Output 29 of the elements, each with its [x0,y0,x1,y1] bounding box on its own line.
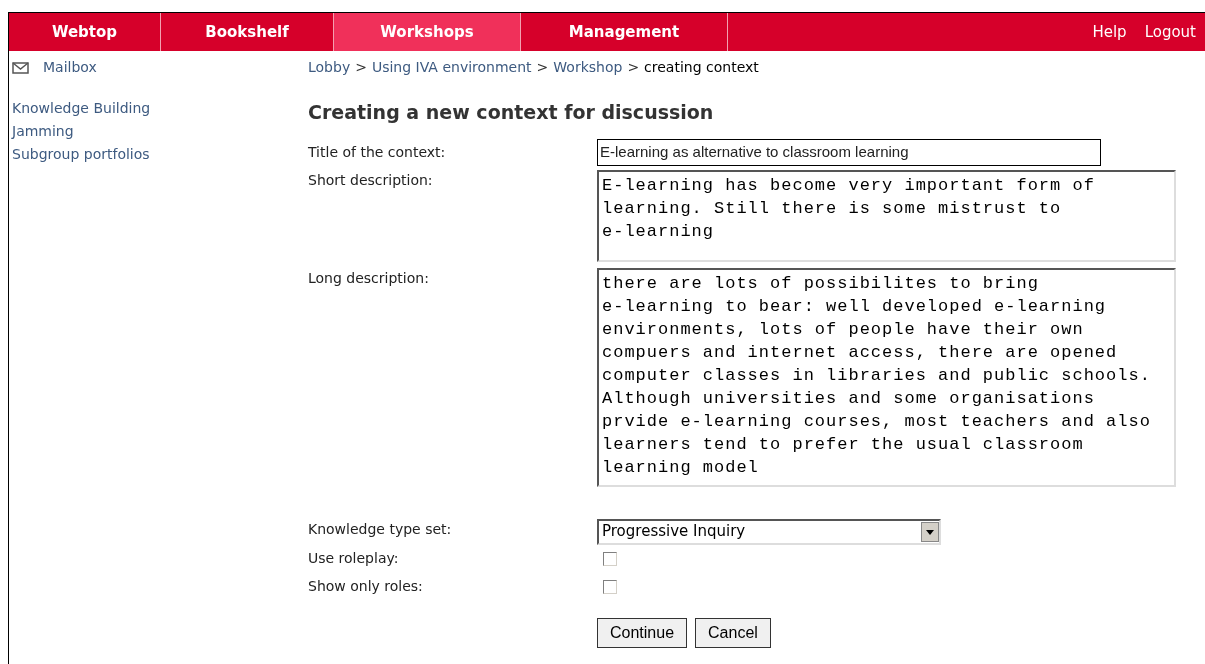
mailbox-link[interactable]: Mailbox [43,57,97,78]
field-label: Long description: [308,268,430,288]
sidebar-link[interactable]: Knowledge Building [12,97,151,120]
nav-link[interactable]: Logout [1135,13,1205,51]
nav-link[interactable]: Help [1083,13,1136,51]
sidebar-link[interactable]: Subgroup portfolios [12,143,150,166]
breadcrumb-link[interactable]: Using IVA environment [371,57,532,78]
field-label: Use roleplay: [308,549,400,568]
breadcrumb-separator: > [536,58,549,77]
knowledge-type-select[interactable]: Progressive Inquiry [597,518,941,545]
form-button[interactable]: Cancel [695,617,771,648]
field-label: Knowledge type set: [308,519,453,539]
field-label: Short description: [308,170,434,190]
breadcrumb-separator: > [355,58,367,77]
field-label: Title of the context: [308,143,447,162]
long-description-field[interactable]: there are lots of possibilites to bring e-learning to bear: well developed e-learning environments, lots of people have their own compuers and internet access, there are opened computer classes in libraries and public schools. Although universities and some organisations prvide e-learning courses, most teachers and also learners tend to prefer the usual classroom learning model [597,267,1176,487]
breadcrumb-link[interactable]: Workshop [553,57,623,78]
breadcrumb-separator: > [627,58,640,77]
checkbox[interactable] [603,551,617,566]
breadcrumb-link[interactable]: Lobby [308,57,351,78]
envelope-icon [12,61,29,74]
title-field[interactable]: E-learning as alternative to classroom learning [597,139,1101,166]
short-description-field[interactable]: E-learning has become very important form of learning. Still there is some mistrust to e-learning [597,169,1176,262]
field-label: Show only roles: [308,577,424,596]
form-button[interactable]: Continue [597,617,688,648]
page-heading: Creating a new context for discussion [308,100,715,125]
sidebar-link[interactable]: Jamming [12,120,74,143]
nav-tab[interactable]: Workshops [334,13,521,51]
checkbox[interactable] [603,579,617,594]
